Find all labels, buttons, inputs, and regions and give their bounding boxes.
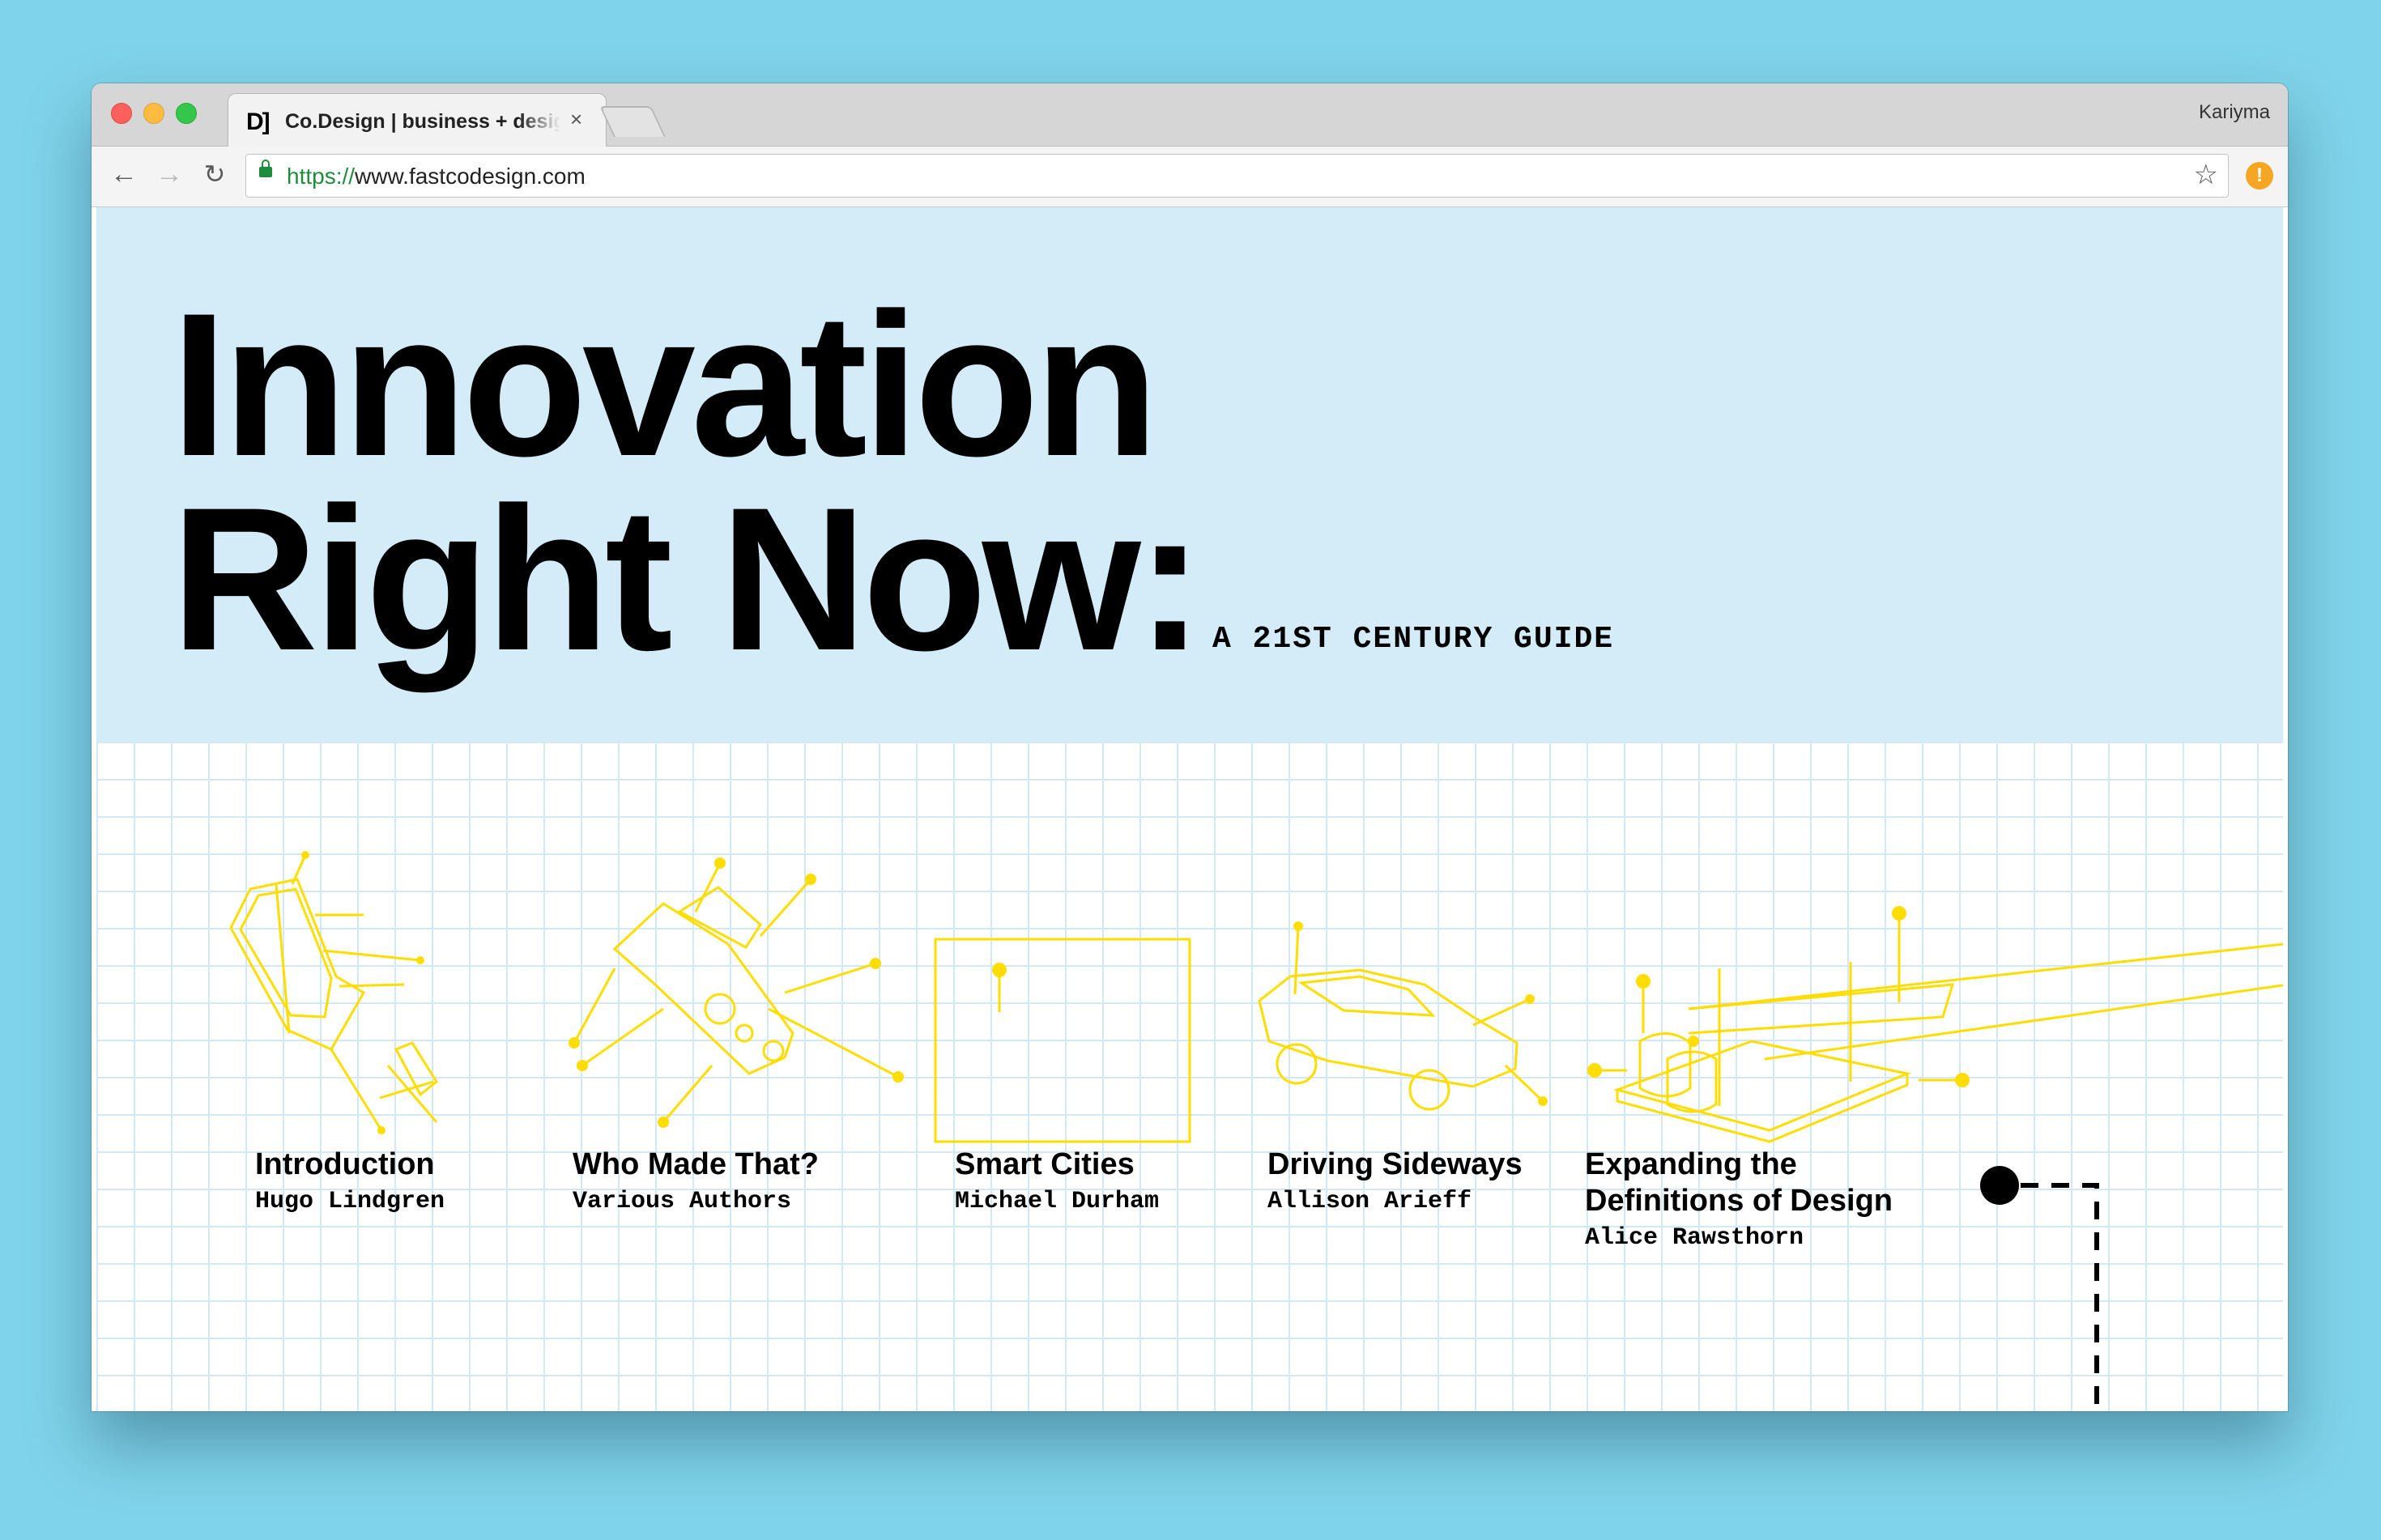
timeline-connector	[1980, 1166, 2099, 1411]
section-author: Alice Rawsthorn	[1585, 1224, 1804, 1252]
profile-name[interactable]: Kariyma	[2199, 101, 2270, 124]
section-title[interactable]: Smart Cities	[955, 1146, 1159, 1183]
section-introduction[interactable]: Introduction Hugo Lindgren	[255, 1146, 445, 1215]
section-title-line-1[interactable]: Expanding the	[1585, 1146, 1893, 1183]
alert-icon[interactable]: !	[2246, 162, 2273, 189]
section-title-line-2[interactable]: Definitions of Design	[1585, 1183, 1893, 1219]
page-subtitle: A 21ST CENTURY GUIDE	[1212, 622, 1615, 657]
back-arrow-icon[interactable]: ←	[108, 158, 140, 190]
close-tab-icon[interactable]: ×	[570, 107, 582, 132]
section-driving-sideways[interactable]: Driving Sideways Allison Arieff	[1267, 1146, 1523, 1215]
car-illustration[interactable]	[1258, 925, 1544, 1111]
hero-banner: Innovation Right Now: A 21ST CENTURY GUI…	[96, 207, 2283, 742]
section-author: Allison Arieff	[1267, 1188, 1472, 1215]
reload-icon[interactable]: ↻	[198, 158, 231, 190]
url-host: www.fastcodesign.com	[355, 164, 586, 189]
section-author: Hugo Lindgren	[255, 1188, 445, 1215]
browser-window: D] Co.Design | business + design × Kariy…	[92, 83, 2288, 1411]
lock-icon	[259, 160, 272, 177]
tablet-illustration[interactable]	[229, 854, 438, 1131]
graph-paper-section: Introduction Hugo Lindgren Who Made That…	[96, 742, 2283, 1411]
section-title[interactable]: Who Made That?	[573, 1146, 819, 1183]
browser-tab[interactable]: D] Co.Design | business + design ×	[228, 93, 607, 147]
section-title[interactable]: Driving Sideways	[1267, 1146, 1523, 1183]
browser-toolbar: ← → ↻ https://www.fastcodesign.com ☆ !	[92, 147, 2288, 207]
section-who-made-that[interactable]: Who Made That? Various Authors	[573, 1146, 819, 1215]
headline-line-1: Innovation	[171, 271, 1159, 499]
star-icon[interactable]: ☆	[2194, 159, 2218, 191]
close-window-button[interactable]	[111, 103, 132, 124]
forward-arrow-icon[interactable]: →	[153, 158, 185, 190]
page-title: Innovation Right Now:	[171, 271, 1204, 693]
address-bar[interactable]: https://www.fastcodesign.com ☆	[245, 154, 2229, 198]
section-author: Various Authors	[573, 1188, 792, 1215]
section-title[interactable]: Introduction	[255, 1146, 445, 1183]
tab-strip: D] Co.Design | business + design × Kariy…	[92, 83, 2288, 147]
url-scheme: https://	[287, 164, 356, 189]
illustrations	[229, 851, 2283, 1411]
url-text[interactable]: https://www.fastcodesign.com	[287, 164, 586, 189]
section-smart-cities[interactable]: Smart Cities Michael Durham	[955, 1146, 1159, 1215]
maximize-window-button[interactable]	[176, 103, 197, 124]
tab-title: Co.Design | business + design	[285, 110, 560, 133]
smart-city-illustration[interactable]	[934, 938, 1191, 1143]
favicon-icon: D]	[246, 108, 270, 135]
page-content: Innovation Right Now: A 21ST CENTURY GUI…	[96, 207, 2283, 1411]
machine-illustration[interactable]	[1599, 917, 2283, 1143]
section-expanding-definitions[interactable]: Expanding the Definitions of Design Alic…	[1585, 1146, 1893, 1252]
headline-line-2: Right Now:	[171, 466, 1204, 693]
camera-illustration[interactable]	[573, 862, 899, 1123]
minimize-window-button[interactable]	[143, 103, 164, 124]
section-author: Michael Durham	[955, 1188, 1160, 1215]
new-tab-button[interactable]	[599, 106, 666, 137]
